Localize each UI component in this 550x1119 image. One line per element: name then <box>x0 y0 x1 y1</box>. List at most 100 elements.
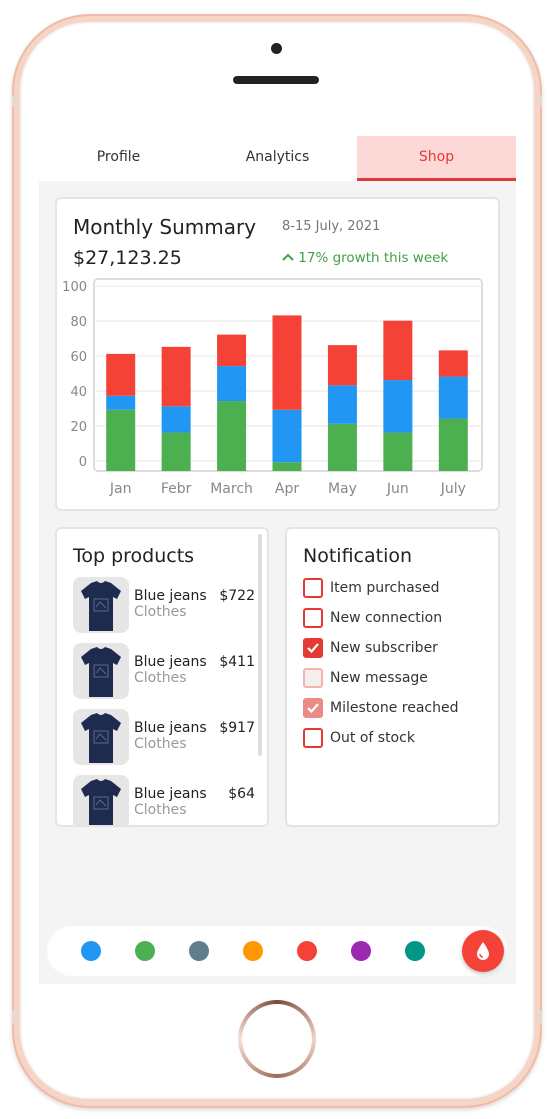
x-tick-label: Febr <box>161 481 192 497</box>
checkbox[interactable] <box>303 728 323 748</box>
product-thumbnail <box>73 643 129 699</box>
product-name: Blue jeans <box>134 786 207 802</box>
chart-bar-segment <box>217 334 247 367</box>
stacked-bar-chart: 100 80 60 40 20 0 Jan Febr March Apr May Jun July <box>62 278 483 497</box>
color-swatch-blue[interactable] <box>81 941 101 961</box>
notification-option: New message <box>303 667 493 697</box>
tshirt-icon <box>81 647 121 697</box>
tshirt-icon <box>81 581 121 631</box>
color-swatch-teal[interactable] <box>405 941 425 961</box>
checkbox[interactable] <box>303 578 323 598</box>
top-products-card: Top products Blue jeans Clothes $722 Blue j… <box>55 527 269 827</box>
side-button <box>12 95 18 107</box>
notification-list: Item purchased New connection New subscrib… <box>303 577 493 757</box>
checkbox <box>303 668 323 688</box>
notification-label: New message <box>330 670 428 686</box>
notification-option: Milestone reached <box>303 697 493 727</box>
x-tick-label: Jun <box>386 481 409 497</box>
x-tick-label: May <box>328 481 357 497</box>
chart-bar-segment <box>161 346 191 407</box>
product-name: Blue jeans <box>134 588 207 604</box>
side-button <box>536 95 542 107</box>
notification-option[interactable]: Item purchased <box>303 577 493 607</box>
y-tick-label: 60 <box>70 350 87 365</box>
check-icon <box>307 703 319 714</box>
water-drop-icon <box>477 942 489 960</box>
notification-label: Milestone reached <box>330 700 459 716</box>
checkbox[interactable] <box>303 638 323 658</box>
color-swatch-orange[interactable] <box>243 941 263 961</box>
monthly-summary-card: Monthly Summary 8-15 July, 2021 $27,123.… <box>55 197 500 511</box>
chart-bar-segment <box>383 432 413 471</box>
chart-bar-segment <box>217 401 247 471</box>
product-name: Blue jeans <box>134 654 207 670</box>
home-button[interactable] <box>238 1000 316 1078</box>
notification-option[interactable]: Out of stock <box>303 727 493 757</box>
product-thumbnail <box>73 775 129 825</box>
chart-bar-segment <box>327 385 357 424</box>
screen: Profile Analytics Shop Monthly Summary 8… <box>39 136 516 984</box>
chart-bar-segment <box>438 350 468 377</box>
product-thumbnail <box>73 577 129 633</box>
notification-option[interactable]: New connection <box>303 607 493 637</box>
color-swatch-blue-grey[interactable] <box>189 941 209 961</box>
x-tick-label: July <box>440 481 466 497</box>
chart-bar-segment <box>438 376 468 419</box>
tab-shop[interactable]: Shop <box>357 136 516 181</box>
check-icon <box>307 643 319 654</box>
summary-date-range: 8-15 July, 2021 <box>282 219 381 234</box>
y-tick-label: 100 <box>62 280 87 295</box>
chart-bar-segment <box>272 409 302 463</box>
product-item[interactable]: Blue jeans Clothes $64 <box>73 775 255 825</box>
y-tick-label: 20 <box>70 420 87 435</box>
product-price: $722 <box>219 588 255 604</box>
summary-title: Monthly Summary <box>73 215 257 239</box>
chart-bar-segment <box>272 462 302 471</box>
notification-option[interactable]: New subscriber <box>303 637 493 667</box>
tshirt-icon <box>81 713 121 763</box>
x-tick-label: Jan <box>109 481 132 497</box>
product-thumbnail <box>73 709 129 765</box>
chart-bar-segment <box>383 380 413 433</box>
side-button <box>12 1010 18 1024</box>
chart-bar-segment <box>383 320 413 381</box>
color-swatch-green[interactable] <box>135 941 155 961</box>
side-button <box>536 1010 542 1024</box>
notification-label: New connection <box>330 610 443 626</box>
chevron-up-icon <box>282 253 294 261</box>
color-picker-bar <box>47 926 507 976</box>
product-list: Blue jeans Clothes $722 Blue jeans Clothes $4… <box>73 577 255 825</box>
chart-bar-segment <box>327 345 357 386</box>
product-item[interactable]: Blue jeans Clothes $722 <box>73 577 255 643</box>
y-tick-label: 40 <box>70 385 87 400</box>
theme-fab-button[interactable] <box>462 930 504 972</box>
summary-amount: $27,123.25 <box>73 247 182 269</box>
checkbox <box>303 698 323 718</box>
scrollbar[interactable] <box>258 534 262 756</box>
product-price: $411 <box>219 654 255 670</box>
tab-bar: Profile Analytics Shop <box>39 136 516 181</box>
x-tick-label: March <box>210 481 253 497</box>
camera <box>271 43 282 54</box>
product-category: Clothes <box>134 736 187 752</box>
chart-bar-segment <box>161 406 191 433</box>
chart-bar-segment <box>106 395 136 410</box>
products-title: Top products <box>73 545 195 567</box>
growth-indicator: 17% growth this week <box>282 250 448 266</box>
product-item[interactable]: Blue jeans Clothes $917 <box>73 709 255 775</box>
checkbox[interactable] <box>303 608 323 628</box>
chart-bar-segment <box>106 409 136 471</box>
product-category: Clothes <box>134 604 187 620</box>
color-swatch-red[interactable] <box>297 941 317 961</box>
y-tick-label: 0 <box>79 455 87 470</box>
tab-profile[interactable]: Profile <box>39 136 198 181</box>
product-name: Blue jeans <box>134 720 207 736</box>
chart-bar-segment <box>327 423 357 471</box>
chart-bar-segment <box>438 418 468 471</box>
notification-title: Notification <box>303 545 413 567</box>
tab-analytics[interactable]: Analytics <box>198 136 357 181</box>
speaker <box>233 76 319 84</box>
product-category: Clothes <box>134 802 187 818</box>
color-swatch-purple[interactable] <box>351 941 371 961</box>
product-item[interactable]: Blue jeans Clothes $411 <box>73 643 255 709</box>
